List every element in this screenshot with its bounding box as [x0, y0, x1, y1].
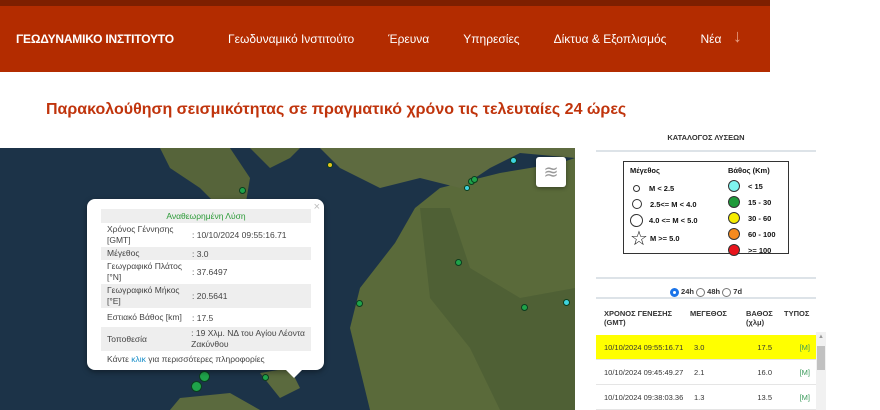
medium-circle-icon [632, 199, 642, 209]
small-circle-icon [633, 184, 640, 192]
site-logo[interactable]: ΓΕΩΔΥΝΑΜΙΚΟ ΙΝΣΤΙΤΟΥΤΟ [16, 32, 174, 46]
more-info-link[interactable]: κλικ [131, 354, 146, 364]
map-legend: Μέγεθος M < 2.5 2.5<= M < 4.0 4.0 <= M <… [623, 161, 789, 256]
legend-mag-label: M >= 5.0 [649, 233, 680, 243]
footer-text: Κάντε [107, 354, 132, 364]
legend-mag-label: 4.0 <= M < 5.0 [649, 215, 698, 225]
earthquake-marker[interactable] [455, 259, 462, 266]
value-origin-time: : 10/10/2024 09:55:16.71 [192, 230, 287, 240]
cell: 1.3 [694, 392, 705, 402]
nav-news[interactable]: Νέα [700, 32, 721, 46]
label-longitude: Γεωγραφικό Μήκος [°E] [107, 285, 180, 306]
time-range-radios: 24h 48h 7d [596, 277, 816, 297]
legend-magnitude-title: Μέγεθος [630, 166, 660, 175]
earthquake-marker[interactable] [464, 185, 470, 191]
event-popup: × Αναθεωρημένη Λύση Χρόνος Γέννησης [GMT… [87, 199, 324, 378]
col-magnitude[interactable]: ΜΕΓΕΘΟΣ [690, 309, 732, 335]
col-type[interactable]: ΤΥΠΟΣ [784, 309, 809, 335]
radio-label: 24h [681, 287, 694, 296]
table-row[interactable]: 10/10/2024 09:55:16.71 3.0 17.5 [M] [596, 335, 816, 360]
table-row[interactable]: 10/10/2024 09:45:49.27 2.1 16.0 [M] [596, 360, 816, 385]
depth-color-swatch [728, 180, 740, 192]
legend-mag-label: M < 2.5 [649, 183, 675, 193]
value-magnitude: : 3.0 [192, 248, 209, 259]
cell: [M] [799, 367, 810, 377]
close-icon[interactable]: × [314, 201, 320, 213]
earthquake-marker[interactable] [563, 299, 570, 306]
nav-institute[interactable]: Γεωδυναμικό Ινστιτούτο [228, 32, 354, 46]
catalog-title: ΚΑΤΑΛΟΓΟΣ ΛΥΣΕΩΝ [596, 125, 816, 152]
cell: 16.0 [757, 367, 772, 377]
radio-label: 7d [733, 287, 743, 296]
value-depth: : 17.5 [192, 312, 214, 323]
earthquake-marker-selected[interactable] [199, 371, 210, 382]
legend-mag-label: 2.5<= M < 4.0 [650, 199, 697, 209]
popup-heading: Αναθεωρημένη Λύση [101, 209, 311, 223]
cell: 10/10/2024 09:55:16.71 [604, 342, 684, 352]
page-title: Παρακολούθηση σεισμικότητας σε πραγματικ… [46, 101, 627, 118]
depth-color-swatch [728, 212, 740, 224]
earthquake-marker[interactable] [191, 381, 202, 392]
legend-depth-label: < 15 [748, 181, 763, 191]
col-origin-time[interactable]: ΧΡΟΝΟΣ ΓΕΝΕΣΗΣ (GMT) [604, 309, 690, 335]
legend-depth-label: 30 - 60 [748, 213, 772, 223]
main-nav: Γεωδυναμικό Ινστιτούτο Έρευνα Υπηρεσίες … [228, 32, 755, 46]
cell: 10/10/2024 09:38:03.36 [604, 392, 684, 402]
arrow-down-icon[interactable]: ↓ [733, 26, 742, 47]
label-depth: Εστιακό Βάθος [km] [107, 312, 182, 322]
nav-services[interactable]: Υπηρεσίες [463, 32, 519, 46]
cell: 10/10/2024 09:45:49.27 [604, 367, 684, 377]
label-origin-time: Χρόνος Γέννησης [GMT] [107, 224, 174, 245]
cell: 13.5 [757, 392, 772, 402]
table-row[interactable]: 10/10/2024 09:38:03.36 1.3 13.5 [M] [596, 385, 816, 410]
radio-48h[interactable] [696, 287, 706, 297]
value-location: : 19 Χλμ. ΝΔ του Αγίου Λέοντα Ζακύνθου [191, 328, 305, 349]
star-icon: ☆ [630, 227, 648, 250]
nav-research[interactable]: Έρευνα [388, 32, 429, 46]
earthquake-marker[interactable] [262, 374, 269, 381]
col-depth[interactable]: ΒΑΘΟΣ (χλμ) [732, 309, 784, 335]
footer-text: για περισσότερες πληροφορίες [145, 354, 265, 364]
cell: 3.0 [694, 342, 705, 352]
radio-label: 48h [707, 287, 721, 296]
label-latitude: Γεωγραφικό Πλάτος [°N] [107, 261, 182, 282]
cell: [M] [799, 342, 810, 352]
legend-depth-label: 15 - 30 [748, 197, 772, 207]
nav-networks[interactable]: Δίκτυα & Εξοπλισμός [554, 32, 667, 46]
table-header: ΧΡΟΝΟΣ ΓΕΝΕΣΗΣ (GMT) ΜΕΓΕΘΟΣ ΒΑΘΟΣ (χλμ)… [596, 299, 816, 335]
label-location: Τοποθεσία [107, 333, 147, 344]
legend-depth-label: >= 100 [748, 245, 772, 255]
legend-depth-label: 60 - 100 [748, 229, 776, 239]
layers-icon[interactable]: ≋ [536, 157, 566, 187]
events-table: ΧΡΟΝΟΣ ΓΕΝΕΣΗΣ (GMT) ΜΕΓΕΘΟΣ ΒΑΘΟΣ (χλμ)… [596, 297, 816, 410]
earthquake-marker[interactable] [521, 304, 528, 311]
earthquake-marker[interactable] [510, 157, 517, 164]
table-scrollbar[interactable]: ▲ [816, 332, 826, 410]
earthquake-marker[interactable] [327, 162, 333, 168]
earthquake-marker[interactable] [471, 176, 478, 183]
earthquake-marker[interactable] [356, 300, 363, 307]
value-longitude: : 20.5641 [192, 291, 228, 301]
cell: [M] [799, 392, 810, 402]
legend-depth-title: Βάθος (Km) [728, 166, 770, 175]
radio-24h[interactable] [669, 287, 679, 297]
depth-color-swatch [728, 196, 740, 208]
catalog-panel: ΚΑΤΑΛΟΓΟΣ ΛΥΣΕΩΝ Μέγεθος M < 2.5 2.5<= M… [596, 125, 816, 297]
cell: 17.5 [757, 342, 772, 352]
site-header: ΓΕΩΔΥΝΑΜΙΚΟ ΙΝΣΤΙΤΟΥΤΟ Γεωδυναμικό Ινστι… [0, 6, 770, 72]
label-magnitude: Μέγεθος [107, 248, 140, 258]
earthquake-marker[interactable] [239, 187, 246, 194]
cell: 2.1 [694, 367, 705, 377]
value-latitude: : 37.6497 [192, 267, 228, 277]
depth-color-swatch [728, 228, 740, 240]
radio-7d[interactable] [722, 287, 732, 297]
popup-footer: Κάντε κλικ για περισσότερες πληροφορίες [101, 351, 311, 367]
depth-color-swatch [728, 244, 740, 256]
